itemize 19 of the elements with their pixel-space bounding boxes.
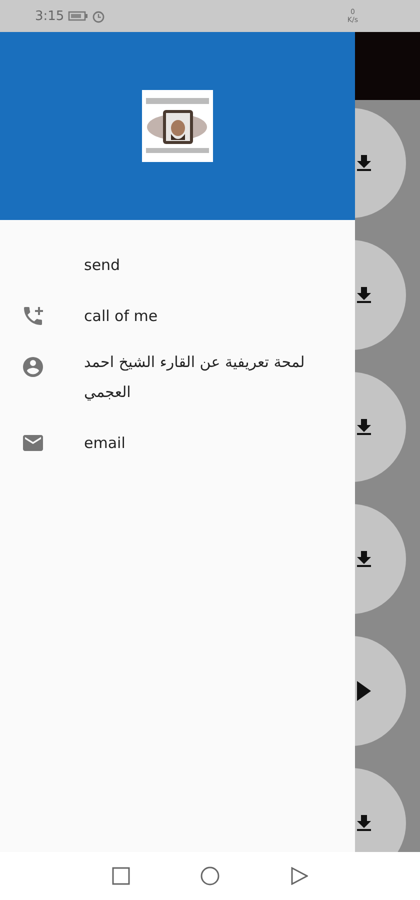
alarm-icon <box>92 10 106 22</box>
download-icon <box>357 287 371 303</box>
drawer-item[interactable]: لمحة تعريفية عن القارء الشيخ احمد العجمي <box>0 342 355 418</box>
status-time: 3:15 <box>35 8 64 24</box>
recents-button[interactable] <box>112 867 130 885</box>
drawer-item[interactable]: email <box>0 418 355 469</box>
home-button[interactable] <box>200 866 220 886</box>
account-icon <box>21 355 45 379</box>
download-icon <box>357 155 371 171</box>
battery-icon <box>68 11 88 21</box>
download-icon <box>357 551 371 567</box>
drawer-item[interactable]: send <box>0 240 355 291</box>
download-icon <box>357 815 371 831</box>
download-icon <box>357 419 371 435</box>
drawer-item[interactable]: call of me <box>0 291 355 342</box>
app-bar <box>355 32 420 100</box>
play-icon <box>357 681 371 701</box>
back-button[interactable] <box>290 867 308 885</box>
add-call-icon <box>21 304 45 328</box>
